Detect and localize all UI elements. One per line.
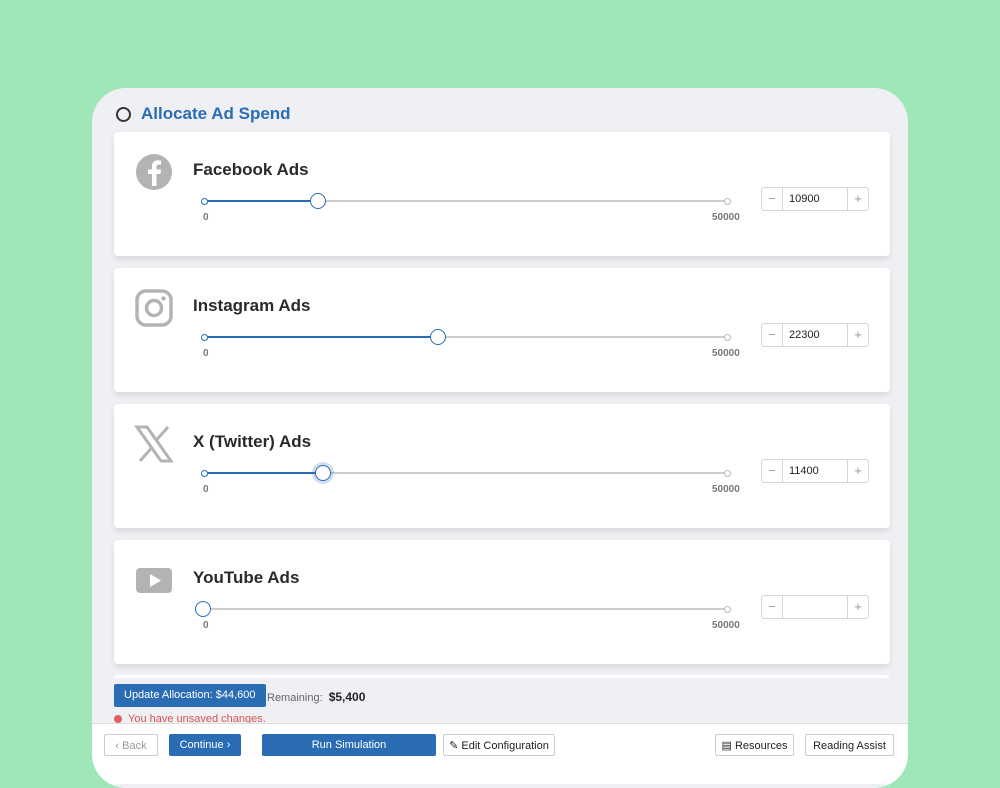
- remaining-value: $5,400: [328, 690, 366, 704]
- spend-slider[interactable]: [201, 465, 731, 481]
- channel-title: X (Twitter) Ads: [193, 432, 312, 451]
- resources-label: Resources: [734, 740, 788, 752]
- increment-button[interactable]: +: [848, 596, 868, 618]
- amount-input[interactable]: 11400: [782, 460, 848, 482]
- range-min-label: 0: [203, 348, 209, 359]
- slider-thumb[interactable]: [309, 193, 326, 209]
- edit-configuration-button[interactable]: ✎ Edit Configuration: [443, 734, 555, 756]
- chevron-left-icon: ‹: [115, 740, 120, 752]
- book-icon: ▤: [721, 740, 732, 752]
- amount-stepper: − +: [761, 595, 869, 619]
- range-max-label: 50000: [712, 484, 740, 495]
- channel-card-youtube: YouTube Ads 0 50000 − +: [114, 540, 890, 664]
- channel-title: YouTube Ads: [193, 568, 300, 587]
- continue-button[interactable]: Continue ›: [169, 734, 241, 756]
- continue-label: Continue: [179, 739, 224, 751]
- slider-fill: [203, 336, 438, 338]
- amount-stepper: − 11400 +: [761, 459, 869, 483]
- facebook-icon: [136, 154, 172, 190]
- channel-card-facebook: Facebook Ads 0 50000 − 10900 +: [114, 132, 890, 256]
- decrement-button[interactable]: −: [762, 596, 782, 618]
- spend-slider[interactable]: [201, 193, 731, 209]
- increment-button[interactable]: +: [848, 460, 868, 482]
- spend-slider[interactable]: [201, 329, 731, 345]
- update-allocation-button[interactable]: Update Allocation: $44,600: [114, 684, 266, 707]
- remaining-label: Remaining:: [267, 692, 323, 704]
- slider-thumb[interactable]: [195, 601, 211, 617]
- range-max-label: 50000: [712, 620, 740, 631]
- pencil-icon: ✎: [449, 740, 459, 752]
- channel-title: Instagram Ads: [193, 296, 311, 315]
- increment-button[interactable]: +: [848, 324, 868, 346]
- edit-label: Edit Configuration: [461, 740, 549, 752]
- page-title: Allocate Ad Spend: [141, 104, 291, 123]
- amount-input[interactable]: [782, 596, 848, 618]
- radio-icon[interactable]: [116, 106, 131, 122]
- range-min-label: 0: [203, 484, 209, 495]
- channel-card-x: X (Twitter) Ads 0 50000 − 11400 +: [114, 404, 890, 528]
- footer-bar: ‹ Back Continue › Run Simulation ✎ Edit …: [92, 723, 908, 784]
- instagram-icon: [135, 289, 173, 327]
- range-max-label: 50000: [712, 212, 740, 223]
- amount-stepper: − 22300 +: [761, 323, 869, 347]
- youtube-icon: [136, 568, 172, 593]
- page-header: Allocate Ad Spend: [116, 104, 291, 124]
- decrement-button[interactable]: −: [762, 188, 782, 210]
- amount-input[interactable]: 10900: [782, 188, 848, 210]
- chevron-right-icon: ›: [226, 739, 231, 751]
- slider-thumb[interactable]: [429, 329, 446, 345]
- remaining-budget: Remaining: $5,400: [267, 690, 365, 704]
- range-max-label: 50000: [712, 348, 740, 359]
- decrement-button[interactable]: −: [762, 324, 782, 346]
- channel-card-instagram: Instagram Ads 0 50000 − 22300 +: [114, 268, 890, 392]
- back-button[interactable]: ‹ Back: [104, 734, 158, 756]
- x-icon: [134, 425, 174, 463]
- back-label: Back: [122, 740, 147, 752]
- slider-thumb[interactable]: [314, 465, 331, 481]
- amount-input[interactable]: 22300: [782, 324, 848, 346]
- range-min-label: 0: [203, 620, 209, 631]
- warning-dot-icon: [114, 715, 122, 723]
- reading-assist-button[interactable]: Reading Assist: [805, 734, 894, 756]
- resources-button[interactable]: ▤ Resources: [715, 734, 794, 756]
- range-min-label: 0: [203, 212, 209, 223]
- decrement-button[interactable]: −: [762, 460, 782, 482]
- slider-fill: [203, 472, 323, 474]
- slider-fill: [203, 200, 318, 202]
- spend-slider[interactable]: [195, 601, 731, 617]
- amount-stepper: − 10900 +: [761, 187, 869, 211]
- app-window: Allocate Ad Spend Facebook Ads 0 50000 −…: [92, 88, 908, 788]
- increment-button[interactable]: +: [848, 188, 868, 210]
- channel-title: Facebook Ads: [193, 160, 309, 179]
- run-simulation-button[interactable]: Run Simulation: [262, 734, 436, 756]
